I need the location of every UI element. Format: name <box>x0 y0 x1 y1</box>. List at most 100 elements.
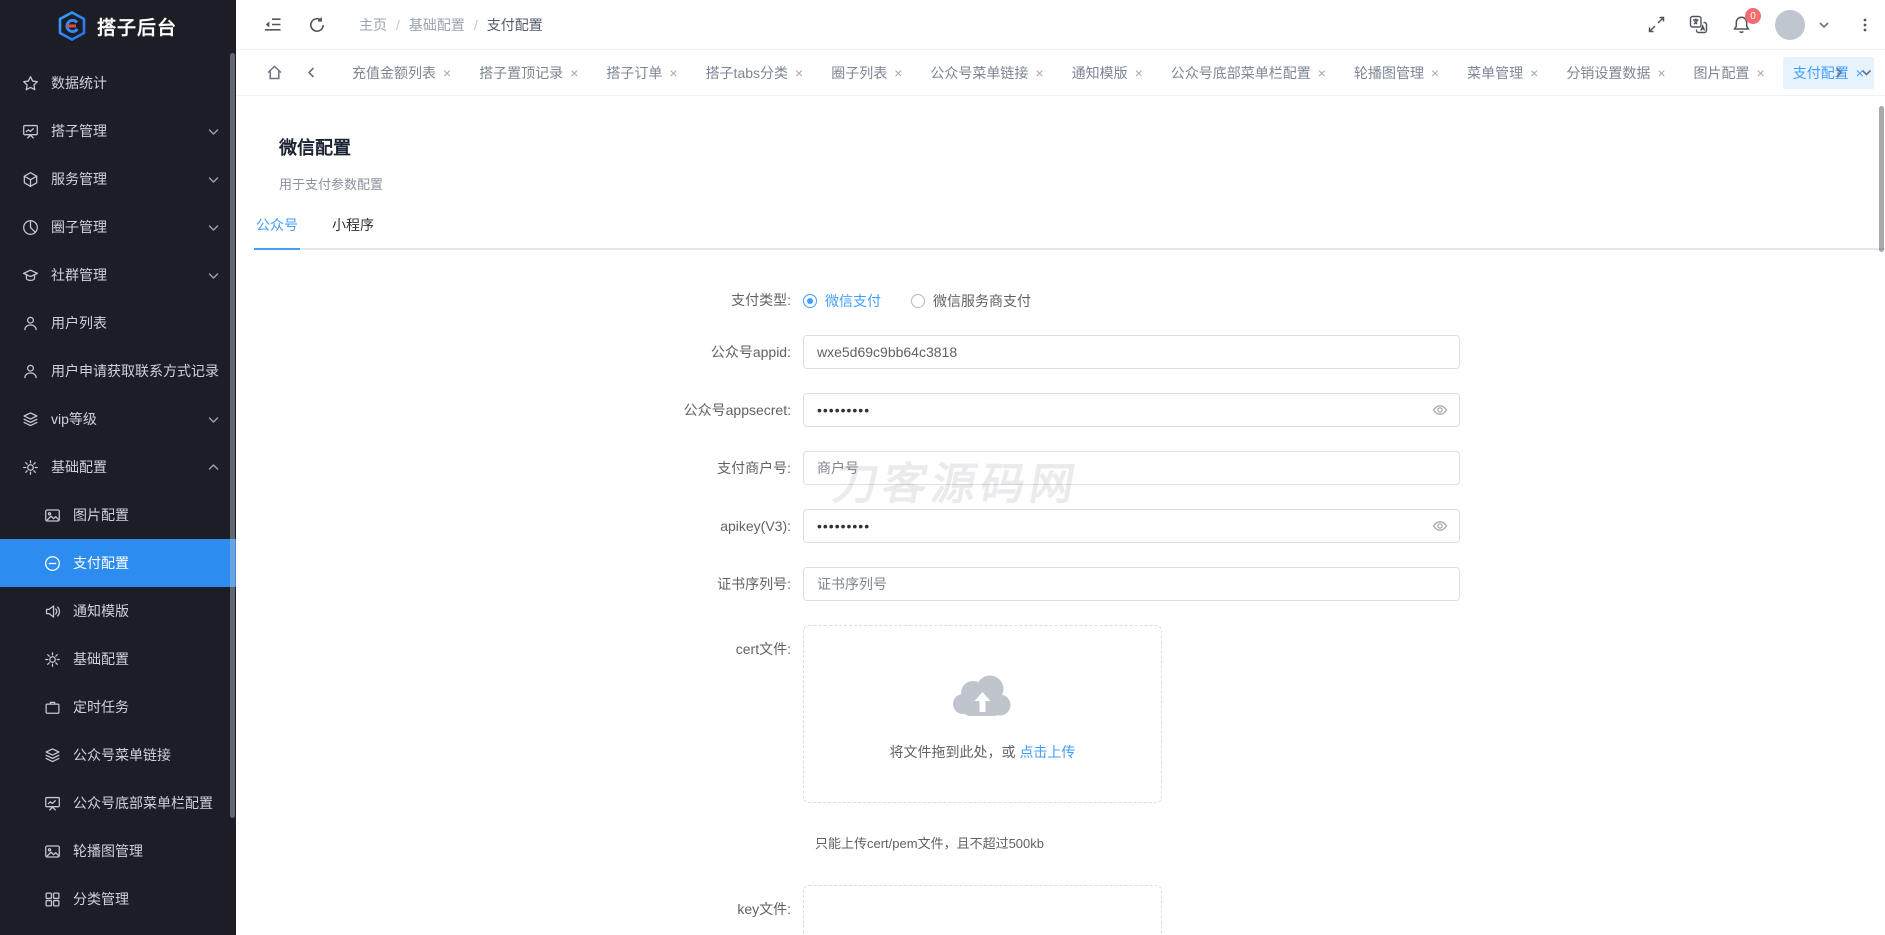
close-tab-icon[interactable]: × <box>669 66 677 80</box>
tab-label: 菜单管理 <box>1467 64 1524 81</box>
tabs-scroll-right-icon[interactable] <box>1832 66 1845 79</box>
sidebar-item-label: 支付配置 <box>73 555 129 571</box>
page-scrollbar[interactable] <box>1879 106 1884 252</box>
sidebar: 搭子后台 数据统计搭子管理服务管理圈子管理社群管理用户列表 用户申请获取联系方式记… <box>0 0 236 935</box>
merchant-row: 支付商户号: <box>463 451 1885 485</box>
tab-label: 搭子订单 <box>606 64 663 81</box>
close-tab-icon[interactable]: × <box>1135 66 1143 80</box>
open-tab-充值金额列表[interactable]: 充值金额列表 × <box>342 57 461 89</box>
pay-type-radio-group: 微信支付 微信服务商支付 <box>803 291 1031 311</box>
sidebar-item-服务管理[interactable]: 服务管理 <box>0 155 236 203</box>
click-upload-link[interactable]: 点击上传 <box>1019 744 1075 760</box>
star-icon <box>22 75 39 92</box>
section-tab-公众号[interactable]: 公众号 <box>254 215 300 250</box>
tabs-scroll-left-icon[interactable] <box>305 66 318 79</box>
section-tab-小程序[interactable]: 小程序 <box>330 215 376 248</box>
key-file-dropzone[interactable]: 将文件拖到此处，或 点击上传 <box>803 885 1162 935</box>
sidebar-item-公众号菜单链接[interactable]: 公众号菜单链接 <box>0 731 236 779</box>
open-tab-公众号底部菜单栏配置[interactable]: 公众号底部菜单栏配置 × <box>1161 57 1336 89</box>
merchant-input[interactable] <box>803 451 1460 485</box>
close-tab-icon[interactable]: × <box>1657 66 1665 80</box>
open-tab-圈子列表[interactable]: 圈子列表 × <box>821 57 912 89</box>
drop-text: 将文件拖到此处，或 <box>889 744 1016 760</box>
close-tab-icon[interactable]: × <box>443 66 451 80</box>
tab-label: 公众号底部菜单栏配置 <box>1170 64 1311 81</box>
sidebar-item-通知模版[interactable]: 通知模版 <box>0 587 236 635</box>
close-tab-icon[interactable]: × <box>1431 66 1439 80</box>
close-tab-icon[interactable]: × <box>1318 66 1326 80</box>
sidebar-item-圈子管理[interactable]: 圈子管理 <box>0 203 236 251</box>
cert-serial-input[interactable] <box>803 567 1460 601</box>
sidebar-item-label: 搭子管理 <box>51 123 107 139</box>
board-icon <box>44 795 61 812</box>
sidebar-item-基础配置[interactable]: 基础配置 <box>0 443 236 491</box>
sidebar-item-label: 公众号菜单链接 <box>73 747 171 763</box>
sidebar-item-轮播图管理[interactable]: 轮播图管理 <box>0 827 236 875</box>
breadcrumb-item[interactable]: 主页 <box>359 15 387 35</box>
open-tab-通知模版[interactable]: 通知模版 × <box>1062 57 1153 89</box>
pay-type-row: 支付类型: 微信支付 微信服务商支付 <box>463 290 1885 311</box>
sidebar-item-用户列表[interactable]: 用户列表 <box>0 299 236 347</box>
board-icon <box>22 123 39 140</box>
open-tab-分销设置数据[interactable]: 分销设置数据 × <box>1556 57 1675 89</box>
close-tab-icon[interactable]: × <box>570 66 578 80</box>
sidebar-item-label: 服务管理 <box>51 171 107 187</box>
sidebar-item-数据统计[interactable]: 数据统计 <box>0 59 236 107</box>
sidebar-item-社群管理[interactable]: 社群管理 <box>0 251 236 299</box>
sidebar-item-搭子管理[interactable]: 搭子管理 <box>0 107 236 155</box>
close-tab-icon[interactable]: × <box>1035 66 1043 80</box>
sidebar-item-用户申请获取联系方式记录[interactable]: 用户申请获取联系方式记录 <box>0 347 236 395</box>
collapse-sidebar-icon[interactable] <box>263 15 282 34</box>
sidebar-item-label: 社群管理 <box>51 267 107 283</box>
close-tab-icon[interactable]: × <box>1530 66 1538 80</box>
sidebar-item-label: 轮播图管理 <box>73 843 143 859</box>
show-password-icon[interactable] <box>1432 402 1448 423</box>
sidebar-item-图片配置[interactable]: 图片配置 <box>0 491 236 539</box>
more-options-icon[interactable] <box>1857 17 1873 33</box>
sidebar-item-支付配置[interactable]: 支付配置 <box>0 539 236 587</box>
sidebar-item-基础配置[interactable]: 基础配置 <box>0 635 236 683</box>
close-tab-icon[interactable]: × <box>795 66 803 80</box>
radio-微信服务商支付[interactable]: 微信服务商支付 <box>911 291 1031 311</box>
open-tab-搭子订单[interactable]: 搭子订单 × <box>596 57 687 89</box>
sidebar-item-定时任务[interactable]: 定时任务 <box>0 683 236 731</box>
open-tab-搭子置顶记录[interactable]: 搭子置顶记录 × <box>469 57 588 89</box>
open-tab-轮播图管理[interactable]: 轮播图管理 × <box>1344 57 1449 89</box>
language-icon[interactable] <box>1689 15 1708 34</box>
appsecret-input[interactable] <box>803 393 1460 427</box>
appid-row: 公众号appid: <box>463 335 1885 369</box>
notifications[interactable]: 0 <box>1732 8 1761 34</box>
close-tab-icon[interactable]: × <box>894 66 902 80</box>
apikey-row: apikey(V3): <box>463 509 1885 543</box>
sidebar-item-label: 基础配置 <box>51 459 107 475</box>
tabs-dropdown-icon[interactable] <box>1860 66 1873 79</box>
cert-file-dropzone[interactable]: 将文件拖到此处，或 点击上传 <box>803 625 1162 803</box>
open-tab-菜单管理[interactable]: 菜单管理 × <box>1457 57 1548 89</box>
appid-input[interactable] <box>803 335 1460 369</box>
open-tab-公众号菜单链接[interactable]: 公众号菜单链接 × <box>920 57 1053 89</box>
sidebar-scrollbar[interactable] <box>230 53 235 818</box>
sidebar-item-公众号底部菜单栏配置[interactable]: 公众号底部菜单栏配置 <box>0 779 236 827</box>
sidebar-item-label: 公众号底部菜单栏配置 <box>73 795 213 811</box>
image-icon <box>44 507 61 524</box>
fullscreen-icon[interactable] <box>1648 16 1665 33</box>
chevron-down-icon[interactable] <box>1817 18 1831 32</box>
close-tab-icon[interactable]: × <box>1757 66 1765 80</box>
radio-circle <box>911 294 925 308</box>
refresh-icon[interactable] <box>308 16 326 34</box>
app-logo[interactable]: 搭子后台 <box>0 0 236 52</box>
breadcrumb-item[interactable]: 基础配置 <box>409 15 465 35</box>
open-tab-图片配置[interactable]: 图片配置 × <box>1684 57 1775 89</box>
breadcrumb-item[interactable]: 支付配置 <box>487 15 543 35</box>
show-password-icon[interactable] <box>1432 518 1448 539</box>
apikey-input[interactable] <box>803 509 1460 543</box>
briefcase-icon <box>44 699 61 716</box>
radio-微信支付[interactable]: 微信支付 <box>803 291 881 311</box>
cert-serial-row: 证书序列号: <box>463 567 1885 601</box>
open-tab-搭子tabs分类[interactable]: 搭子tabs分类 × <box>696 57 814 89</box>
upload-instructions: 将文件拖到此处，或 点击上传 <box>890 742 1076 762</box>
sidebar-item-vip等级[interactable]: vip等级 <box>0 395 236 443</box>
sidebar-item-分类管理[interactable]: 分类管理 <box>0 875 236 923</box>
avatar[interactable] <box>1775 9 1805 40</box>
home-tab-icon[interactable] <box>266 64 283 81</box>
